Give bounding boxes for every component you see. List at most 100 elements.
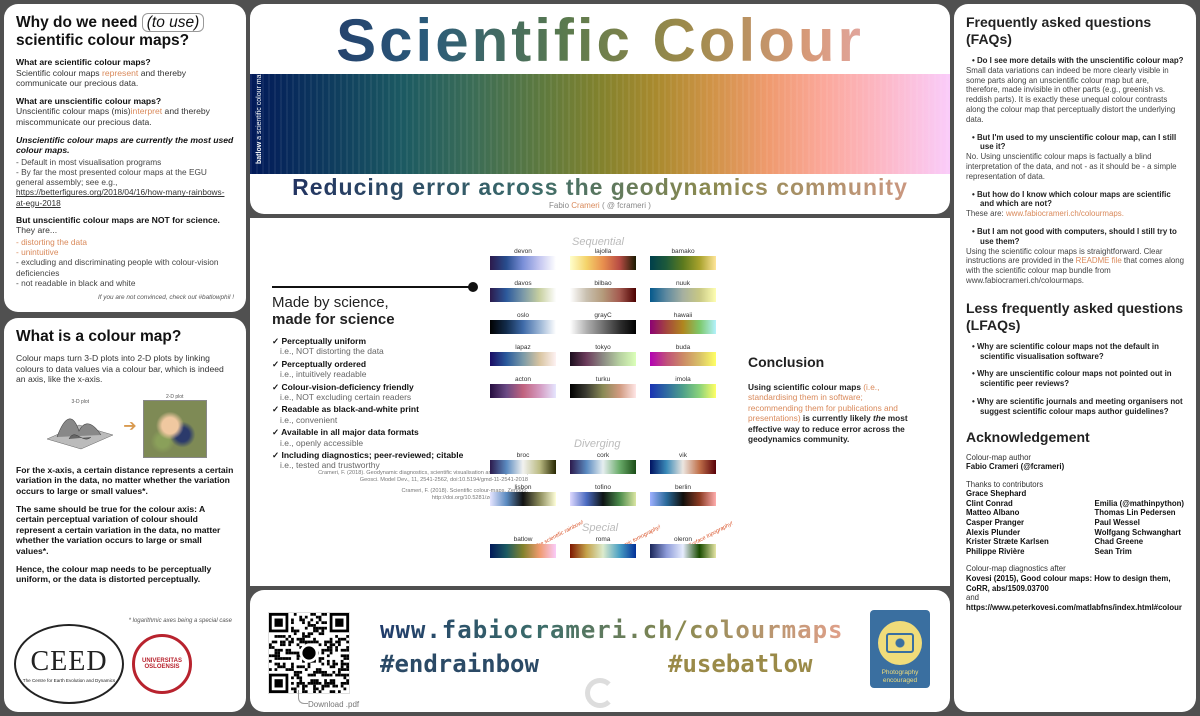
conclusion: Conclusion Using scientific colour maps … xyxy=(748,354,908,445)
contributor-name xyxy=(1095,489,1184,499)
colour-map-batlow: batlow xyxy=(490,536,556,558)
colour-map-name: turku xyxy=(595,376,611,383)
colour-map-title: What is a colour map? xyxy=(16,328,182,345)
colour-map-bar xyxy=(490,288,556,302)
ack-title: Acknowledgement xyxy=(966,428,1090,445)
colour-map-name: buda xyxy=(675,344,691,351)
colour-map-bar xyxy=(570,288,636,302)
colour-axis-text: The same should be true for the colour a… xyxy=(16,503,221,556)
colour-map-bar xyxy=(650,384,716,398)
ack-diagnostics: Colour-map diagnostics after Kovesi (201… xyxy=(966,564,1182,612)
batlow-colour-bar xyxy=(250,74,950,174)
colour-map-berlin: berlin xyxy=(650,484,716,506)
made-by-science: Made by science, made for science xyxy=(272,294,395,328)
colourmaps-link[interactable]: www.fabiocrameri.ch/colourmaps. xyxy=(1006,209,1124,218)
crameri-logo-icon xyxy=(585,678,615,708)
colour-map-bar xyxy=(570,460,636,474)
photography-badge: Photography encouraged xyxy=(870,610,930,688)
q-not-for-science: But unscientific colour maps are NOT for… xyxy=(16,214,220,236)
colour-map-name: acton xyxy=(515,376,531,383)
colour-map-oslo: oslo xyxy=(490,312,556,334)
contributor-name: Grace Shephard xyxy=(966,489,1027,499)
contributor-name: Thomas Lin Pedersen xyxy=(1094,508,1176,518)
batlowphil-note: If you are not convinced, check out #bat… xyxy=(97,293,234,301)
colour-map-broc: broc xyxy=(490,452,556,474)
contributor-column: Emilia (@mathinpython) Thomas Lin Pederse… xyxy=(1095,489,1184,556)
x-axis-text: For the x-axis, a certain distance repre… xyxy=(16,464,234,496)
contributor-name: Alexis Plunder xyxy=(966,527,1021,537)
colour-map-name: roma xyxy=(595,536,611,543)
check-subtext: i.e., openly accessible xyxy=(280,437,364,448)
colour-map-nuuk: nuuk xyxy=(650,280,716,302)
check-item: ✓ Perceptually ordered xyxy=(272,358,367,369)
colour-map-hawaii: hawaii xyxy=(650,312,716,334)
why-title: Why do we need (to use) scientific colou… xyxy=(16,13,234,50)
colour-map-name: tokyo xyxy=(595,344,611,351)
contributor-name: Chad Greene xyxy=(1094,537,1144,547)
colour-map-bar xyxy=(490,256,556,270)
checklist: ✓ Perceptually uniform i.e., NOT distorti… xyxy=(272,336,502,473)
colour-map-bar xyxy=(570,320,636,334)
download-arrow-icon xyxy=(298,690,308,704)
colour-map-bar xyxy=(650,460,716,474)
colour-map-bar xyxy=(570,544,636,558)
colour-map-bamako: bamako xyxy=(650,248,716,270)
colour-map-name: nuuk xyxy=(675,280,691,287)
website-url[interactable]: www.fabiocrameri.ch/colourmaps xyxy=(380,616,843,644)
colour-map-name: lisbon xyxy=(514,484,532,491)
plot-illustration: 3-D plot ➔ 2-D plot xyxy=(16,394,234,458)
colour-map-oleron: oleron xyxy=(650,536,716,558)
qr-code[interactable] xyxy=(268,612,350,694)
plot-2d xyxy=(142,399,207,458)
colour-map-bar xyxy=(490,352,556,366)
download-label[interactable]: Download .pdf xyxy=(308,700,359,709)
colour-map-name: broc xyxy=(516,452,530,459)
plot-3d: 3-D plot xyxy=(43,399,117,453)
colour-map-bar xyxy=(570,352,636,366)
center-section: Made by science, made for science ✓ Perc… xyxy=(250,218,950,586)
colour-map-name: berlin xyxy=(675,484,691,491)
author-line: Fabio Crameri ( @ fcrameri ) xyxy=(549,201,651,210)
colour-map-bar xyxy=(490,460,556,474)
poster-subtitle: Reducing error across the geodynamics co… xyxy=(250,174,950,201)
colour-map-devon: devon xyxy=(490,248,556,270)
colour-map-lapaz: lapaz xyxy=(490,344,556,366)
readme-link[interactable]: README file xyxy=(1076,256,1122,265)
camera-icon xyxy=(878,621,922,665)
colour-map-name: batlow xyxy=(513,536,533,543)
egu-link[interactable]: https://betterfigures.org/2018/04/16/how… xyxy=(16,187,224,207)
colour-map-bar xyxy=(570,256,636,270)
contributor-name: Wolfgang Schwanghart xyxy=(1094,527,1182,537)
colour-map-name: grayC xyxy=(594,312,612,319)
colour-map-bar xyxy=(490,544,556,558)
hashtag-endrainbow: #endrainbow xyxy=(380,650,539,678)
check-subtext: i.e., NOT excluding certain readers xyxy=(280,392,412,403)
contributor-column: Grace Shephard Clint Conrad Matteo Albano C… xyxy=(966,489,1049,556)
q-unscientific: What are unscientific colour maps? Unsci… xyxy=(16,95,210,127)
hashtag-usebatlow: #usebatlow xyxy=(668,650,813,678)
colour-map-tokyo: tokyo xyxy=(570,344,636,366)
sequential-title: Sequential xyxy=(572,236,624,248)
colour-map-bar xyxy=(570,384,636,398)
colour-map-grid: Sequential Diverging Special The scienti… xyxy=(490,230,734,576)
faq-4: But I am not good with computers, should… xyxy=(966,227,1184,286)
faq-title: Frequently asked questions (FAQs) xyxy=(966,14,1152,47)
contributor-name: Krister Stræte Karlsen xyxy=(966,537,1049,547)
colour-map-bar xyxy=(650,544,716,558)
lfaq-3: Why are scientific journals and meeting … xyxy=(966,397,1184,417)
colour-map-vik: vik xyxy=(650,452,716,474)
colour-map-name: imola xyxy=(675,376,691,383)
diverging-title: Diverging xyxy=(574,438,621,450)
faq-3: But how do I know which colour maps are … xyxy=(966,190,1184,219)
poster: Why do we need (to use) scientific colou… xyxy=(0,0,1200,716)
colour-map-name: davos xyxy=(514,280,532,287)
colour-map-cork: cork xyxy=(570,452,636,474)
colour-map-intro: Colour maps turn 3-D plots into 2-D plot… xyxy=(16,353,224,385)
check-item: ✓ Including diagnostics; peer-reviewed; … xyxy=(272,450,464,461)
colour-map-name: devon xyxy=(514,248,532,255)
contributor-name: Philippe Rivière xyxy=(966,546,1025,556)
lfaq-1: Why are scientific colour maps not the d… xyxy=(966,342,1184,362)
colour-map-bar xyxy=(650,288,716,302)
check-subtext: i.e., NOT distorting the data xyxy=(280,346,384,357)
colour-map-bar xyxy=(650,352,716,366)
